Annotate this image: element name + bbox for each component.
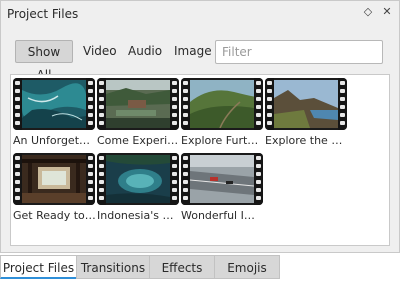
video-filter-button[interactable]: Video [77,40,123,63]
file-item[interactable]: Indonesia's … [97,153,179,222]
file-label: Explore Furt… [181,134,259,147]
thumbnail-image [274,80,338,128]
filter-bar: Show All Video Audio Image Filter [15,40,383,82]
video-thumbnail [181,78,263,130]
file-item[interactable]: Wonderful I… [181,153,263,222]
float-icon[interactable]: ◇ [361,5,375,19]
tab-transitions[interactable]: Transitions [76,255,150,279]
file-label: Get Ready to… [13,209,96,222]
thumbnail-image [22,80,86,128]
file-item[interactable]: Explore the … [265,78,347,147]
filter-input[interactable]: Filter [215,40,383,64]
file-label: An Unforget… [13,134,91,147]
show-all-button[interactable]: Show All [15,40,73,82]
file-label: Explore the … [265,134,343,147]
file-label: Wonderful I… [181,209,255,222]
video-thumbnail [13,78,95,130]
tab-emojis[interactable]: Emojis [214,255,280,279]
file-label: Indonesia's … [97,209,174,222]
thumbnail-image [190,155,254,203]
panel-title: Project Files [7,7,79,21]
video-thumbnail [181,153,263,205]
tab-project-files[interactable]: Project Files [0,255,77,279]
file-label: Come Experi… [97,134,179,147]
video-thumbnail [97,153,179,205]
project-files-panel: Project Files ◇ ✕ Show All Video Audio I… [0,0,400,253]
video-thumbnail [97,78,179,130]
video-thumbnail [265,78,347,130]
image-filter-button[interactable]: Image [168,40,218,63]
video-thumbnail [13,153,95,205]
file-item[interactable]: An Unforget… [13,78,95,147]
tab-effects[interactable]: Effects [149,255,215,279]
thumbnail-image [22,155,86,203]
audio-filter-button[interactable]: Audio [122,40,168,63]
thumbnail-image [190,80,254,128]
file-item[interactable]: Come Experi… [97,78,179,147]
file-item[interactable]: Get Ready to… [13,153,96,222]
close-icon[interactable]: ✕ [380,5,394,19]
files-grid: An Unforget… Come Experi… Explore Furt… … [10,74,390,246]
thumbnail-image [106,155,170,203]
file-item[interactable]: Explore Furt… [181,78,263,147]
thumbnail-image [106,80,170,128]
bottom-tab-bar: Project Files Transitions Effects Emojis [0,254,400,283]
